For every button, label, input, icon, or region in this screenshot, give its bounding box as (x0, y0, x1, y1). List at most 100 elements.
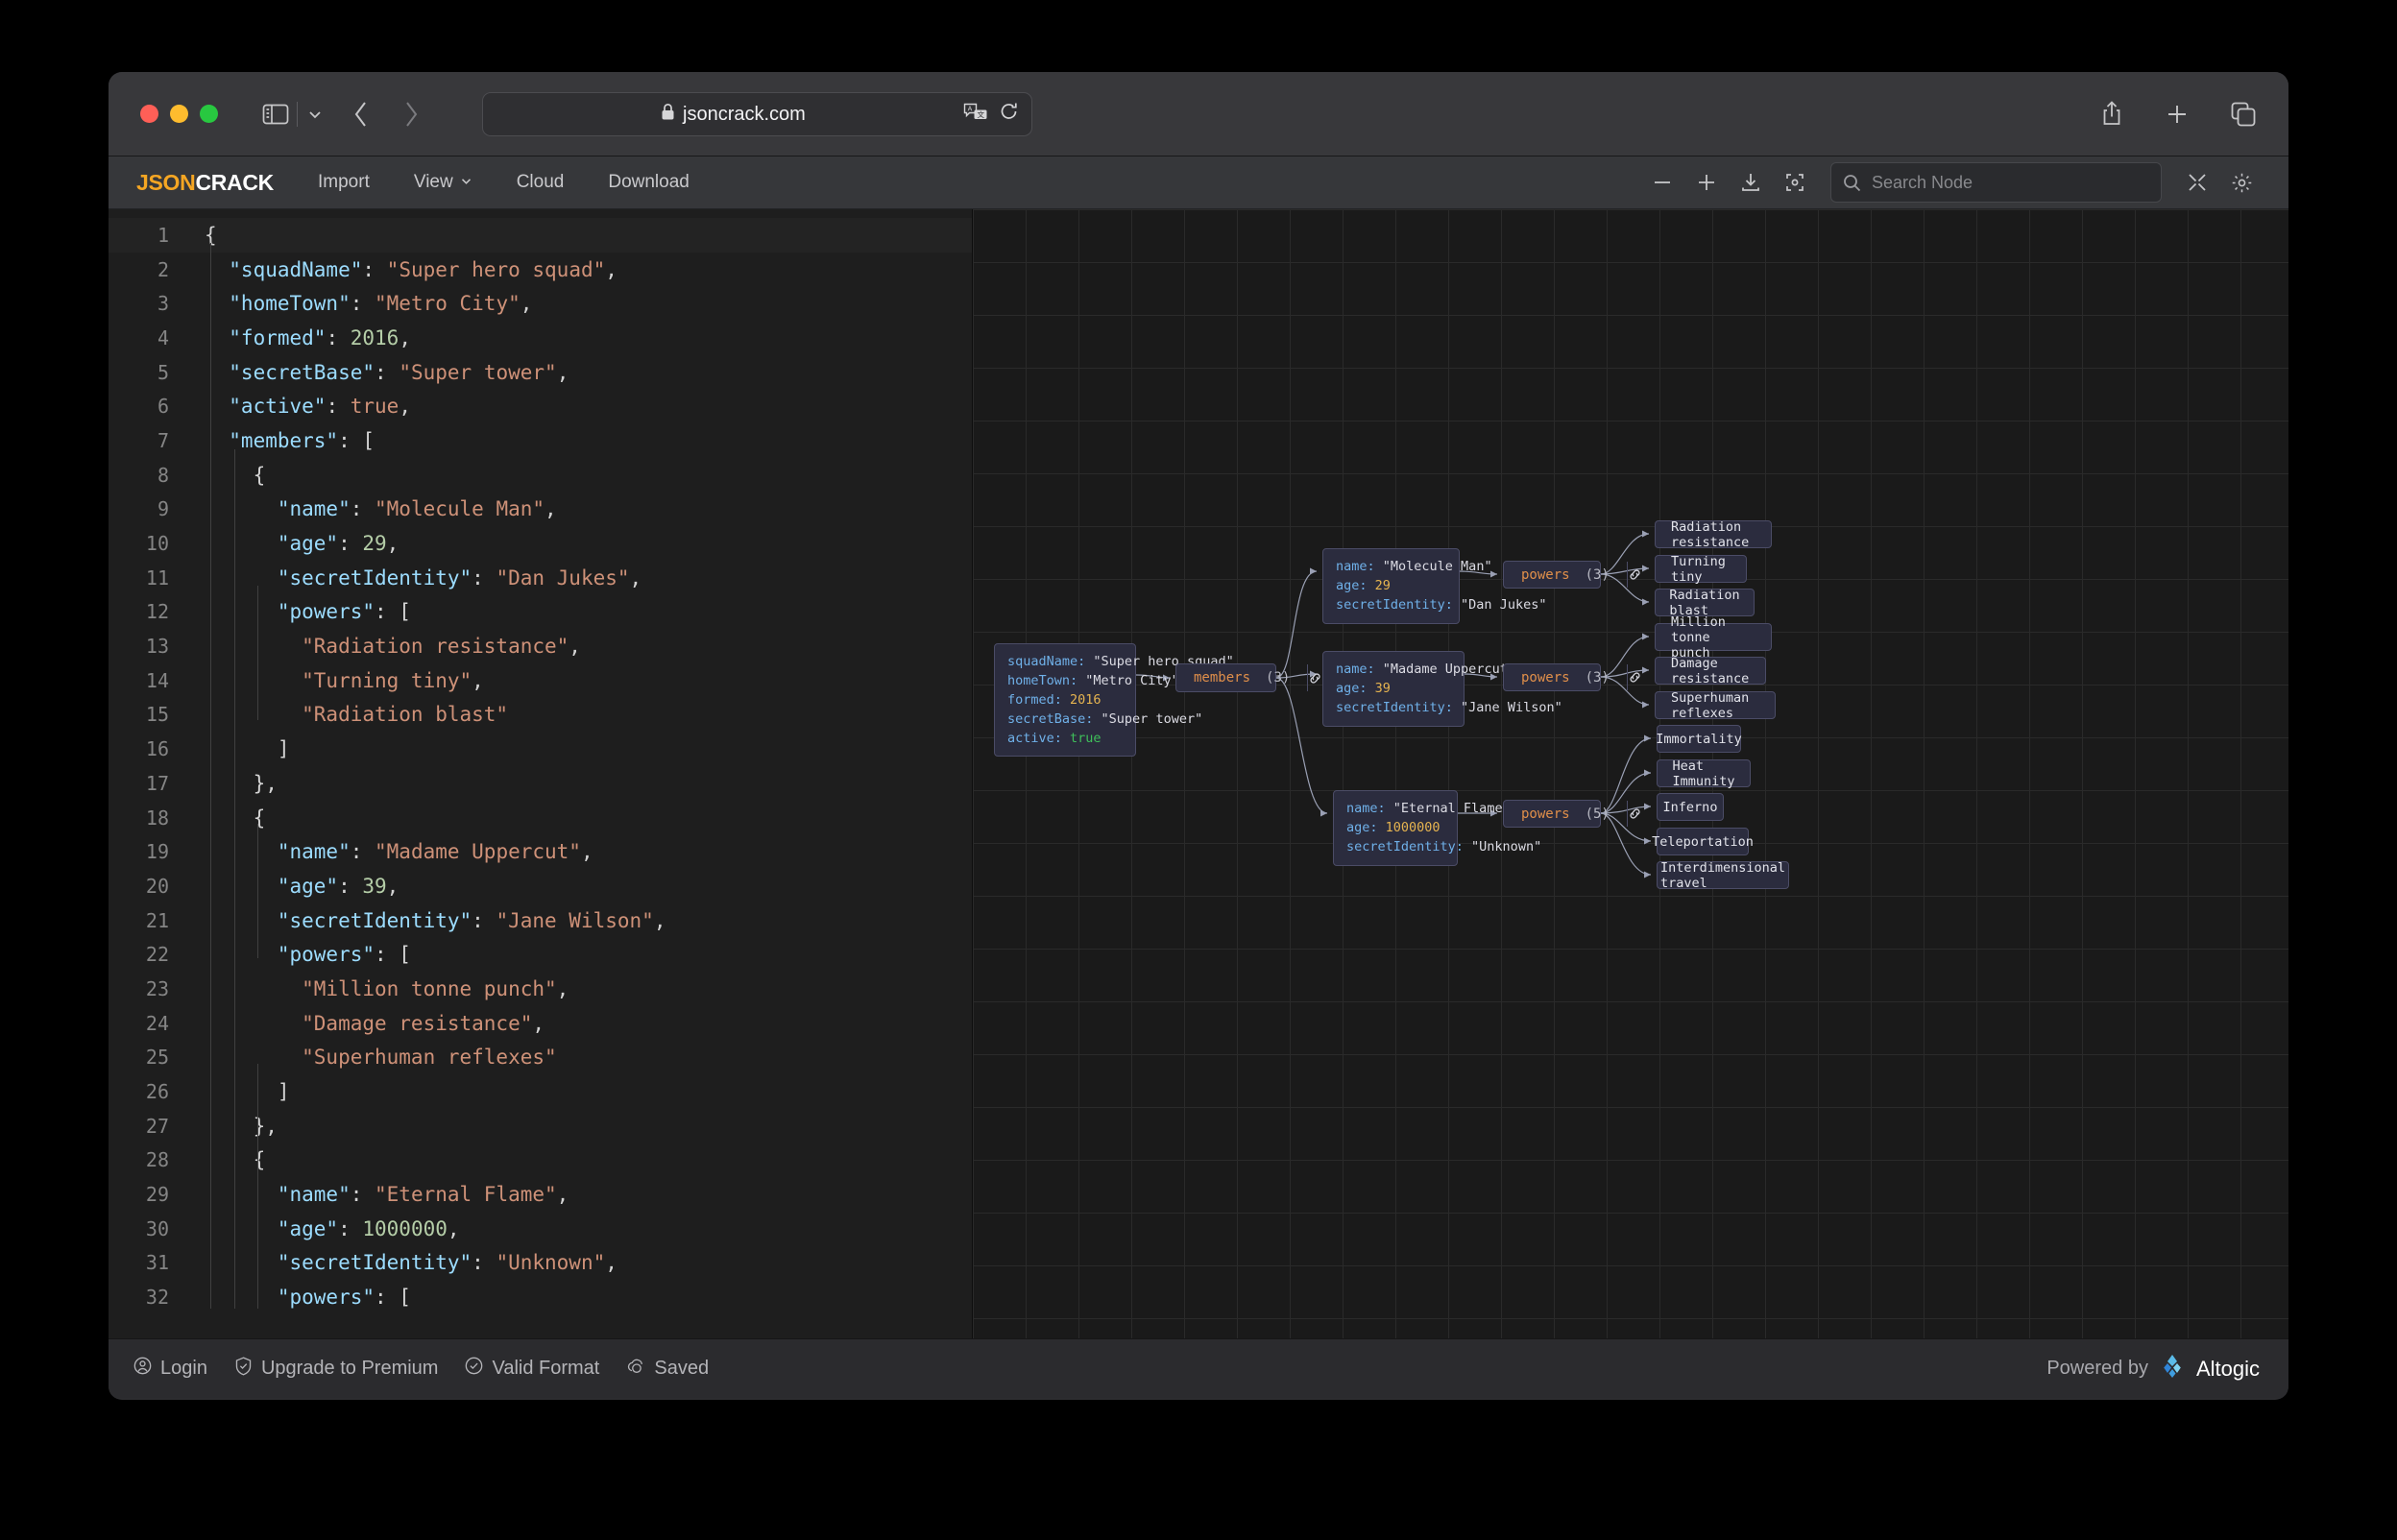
json-editor-pane[interactable]: 1{2 "squadName": "Super hero squad", 3 "h… (109, 209, 973, 1338)
code-line[interactable]: 20 "age": 39, (109, 869, 972, 903)
line-number: 32 (145, 1286, 169, 1310)
zoom-in-button[interactable] (1684, 163, 1729, 202)
graph-node-member-2[interactable]: name: "Madame Uppercut" age: 39 secretIden… (1322, 651, 1562, 727)
fullscreen-toggle-icon[interactable] (2175, 163, 2219, 202)
minimize-window-button[interactable] (170, 105, 188, 123)
code-line[interactable]: 12 "powers": [ (109, 595, 972, 630)
code-line[interactable]: 25 "Superhuman reflexes" (109, 1041, 972, 1075)
jsoncrack-logo[interactable]: JSONCRACK (136, 170, 274, 196)
code-line[interactable]: 23 "Million tonne punch", (109, 972, 972, 1006)
line-number: 15 (145, 703, 169, 727)
code-line[interactable]: 18 { (109, 801, 972, 835)
line-number: 16 (145, 737, 169, 761)
code-line[interactable]: 16 ] (109, 732, 972, 766)
status-saved: Saved (626, 1357, 709, 1381)
node-array-name: members (1194, 670, 1251, 686)
code-line[interactable]: 11 "secretIdentity": "Dan Jukes", (109, 561, 972, 595)
code-line[interactable]: 19 "name": "Madame Uppercut", (109, 834, 972, 869)
code-line[interactable]: 13 "Radiation resistance", (109, 629, 972, 663)
code-line[interactable]: 30 "age": 1000000, (109, 1212, 972, 1246)
new-tab-icon[interactable] (2166, 103, 2189, 126)
graph-node-members[interactable]: members (3) (1175, 663, 1320, 692)
graph-node-leaf-3[interactable]: Radiation blast (1655, 588, 1755, 618)
center-view-icon[interactable] (1773, 163, 1817, 202)
code-line[interactable]: 22 "powers": [ (109, 937, 972, 972)
code-line[interactable]: 31 "secretIdentity": "Unknown", (109, 1246, 972, 1281)
graph-node-powers-1[interactable]: powers (3) (1503, 561, 1640, 589)
url-bar-actions: A 文 (963, 102, 1019, 128)
status-login[interactable]: Login (133, 1357, 207, 1381)
code-line[interactable]: 17 }, (109, 766, 972, 801)
graph-node-leaf-1[interactable]: Radiation resistance (1655, 519, 1772, 550)
gear-icon[interactable] (2219, 163, 2264, 202)
code-line[interactable]: 21 "secretIdentity": "Jane Wilson", (109, 903, 972, 938)
translate-icon[interactable]: A 文 (963, 102, 988, 128)
search-node-box[interactable] (1830, 162, 2162, 203)
graph-node-member-1[interactable]: name: "Molecule Man" age: 29 secretIdentit… (1322, 548, 1546, 624)
back-button[interactable] (351, 100, 371, 129)
code-line[interactable]: 10 "age": 29, (109, 526, 972, 561)
graph-canvas[interactable]: squadName: "Super hero squad" homeTown: "… (973, 209, 2288, 1338)
code-line[interactable]: 9 "name": "Molecule Man", (109, 493, 972, 527)
menu-view[interactable]: View (414, 172, 472, 193)
code-line[interactable]: 26 ] (109, 1074, 972, 1109)
code-area[interactable]: 1{2 "squadName": "Super hero squad", 3 "h… (109, 218, 972, 1338)
code-line[interactable]: 3 "homeTown": "Metro City", (109, 286, 972, 321)
forward-button[interactable] (401, 100, 421, 129)
graph-node-leaf-8[interactable]: Heat Immunity (1657, 758, 1751, 789)
code-line[interactable]: 14 "Turning tiny", (109, 663, 972, 698)
graph-node-leaf-9[interactable]: Inferno (1657, 793, 1724, 821)
graph-node-leaf-10[interactable]: Teleportation (1652, 828, 1754, 855)
graph-node-powers-3[interactable]: powers (5) (1503, 800, 1640, 828)
graph-node-powers-2[interactable]: powers (3) (1503, 663, 1640, 691)
link-icon[interactable] (1626, 562, 1642, 588)
graph-node-leaf-11[interactable]: Interdimensional travel (1657, 860, 1789, 891)
code-line[interactable]: 2 "squadName": "Super hero squad", (109, 253, 972, 287)
line-number: 10 (145, 532, 169, 556)
search-input[interactable] (1872, 172, 2121, 193)
code-line[interactable]: 27 }, (109, 1109, 972, 1143)
code-line[interactable]: 8 { (109, 458, 972, 493)
code-line[interactable]: 1{ (109, 218, 972, 253)
graph-node-leaf-2[interactable]: Turning tiny (1655, 554, 1747, 585)
graph-node-leaf-4[interactable]: Million tonne punch (1655, 614, 1772, 661)
code-line[interactable]: 15 "Radiation blast" (109, 698, 972, 733)
menu-cloud[interactable]: Cloud (517, 172, 565, 193)
zoom-out-button[interactable] (1640, 163, 1684, 202)
code-line[interactable]: 28 { (109, 1143, 972, 1178)
code-line[interactable]: 24 "Damage resistance", (109, 1006, 972, 1041)
status-upgrade[interactable]: Upgrade to Premium (234, 1356, 438, 1382)
brand-json: JSON (136, 169, 196, 195)
graph-node-leaf-5[interactable]: Damage resistance (1655, 656, 1766, 686)
menu-import[interactable]: Import (318, 172, 370, 193)
reload-icon[interactable] (1000, 102, 1019, 128)
link-icon[interactable] (1626, 801, 1642, 827)
link-icon[interactable] (1626, 664, 1642, 690)
menu-download[interactable]: Download (608, 172, 690, 193)
graph-node-leaf-6[interactable]: Superhuman reflexes (1655, 690, 1776, 721)
code-text: "name": "Molecule Man", (205, 497, 557, 521)
code-line[interactable]: 7 "members": [ (109, 423, 972, 458)
download-icon[interactable] (1729, 163, 1773, 202)
graph-node-member-3[interactable]: name: "Eternal Flame" age: 1000000 secretI… (1333, 790, 1541, 866)
maximize-window-button[interactable] (200, 105, 218, 123)
code-line[interactable]: 32 "powers": [ (109, 1280, 972, 1314)
code-line[interactable]: 5 "secretBase": "Super tower", (109, 355, 972, 390)
powered-by-altogic[interactable]: Powered by Altogic (2046, 1353, 2260, 1384)
code-line[interactable]: 29 "name": "Eternal Flame", (109, 1177, 972, 1212)
url-bar[interactable]: jsoncrack.com A 文 (482, 92, 1032, 136)
tab-overview-icon[interactable] (2231, 102, 2256, 127)
code-text: { (205, 223, 217, 247)
chevron-down-icon[interactable] (307, 107, 323, 122)
sidebar-toggle-icon[interactable] (262, 103, 289, 126)
graph-node-leaf-7[interactable]: Immortality (1656, 725, 1742, 753)
node-property: secretIdentity: "Unknown" (1346, 838, 1542, 854)
status-valid-format-label: Valid Format (492, 1358, 600, 1379)
link-icon[interactable] (1307, 664, 1322, 691)
code-line[interactable]: 4 "formed": 2016, (109, 321, 972, 355)
close-window-button[interactable] (140, 105, 158, 123)
code-text: "secretBase": "Super tower", (205, 360, 569, 384)
code-line[interactable]: 6 "active": true, (109, 389, 972, 423)
share-icon[interactable] (2100, 100, 2123, 128)
graph-node-root[interactable]: squadName: "Super hero squad" homeTown: "… (994, 643, 1234, 758)
